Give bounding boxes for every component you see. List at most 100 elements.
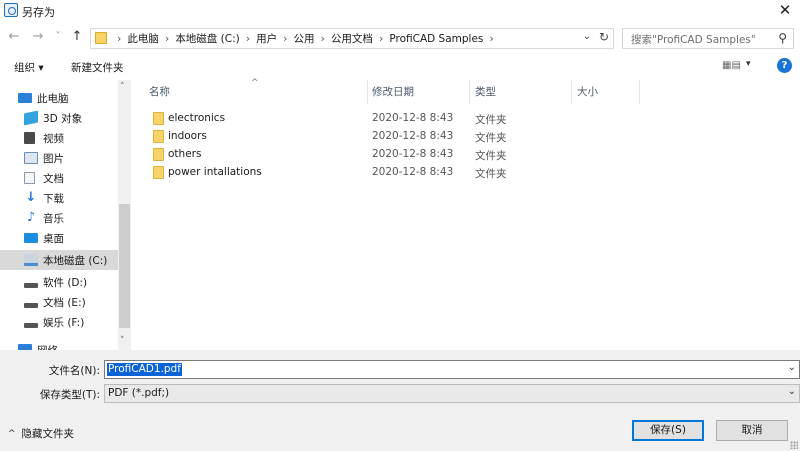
- forward-arrow-icon[interactable]: →: [30, 29, 46, 45]
- file-type: 文件夹: [475, 114, 507, 126]
- back-arrow-icon[interactable]: ←: [6, 29, 22, 45]
- sidebar-item-label: 音乐: [43, 212, 64, 225]
- breadcrumb-separator[interactable]: ›: [165, 32, 169, 45]
- file-date: 2020-12-8 8:43: [372, 148, 454, 160]
- title-bar: 另存为 ✕: [0, 0, 800, 22]
- help-icon[interactable]: ?: [777, 58, 792, 73]
- save-form: 文件名(N): ProfiCAD1.pdf ⌄ 保存类型(T): PDF (*.…: [0, 350, 800, 451]
- breadcrumb-separator[interactable]: ›: [379, 32, 383, 45]
- recent-locations-chevron-icon[interactable]: ˅: [50, 29, 66, 45]
- filename-input[interactable]: ProfiCAD1.pdf ⌄: [104, 360, 800, 379]
- sidebar-item-music[interactable]: ♪ 音乐: [0, 208, 118, 228]
- sidebar-item-label: 桌面: [43, 232, 64, 245]
- navigation-pane-scrollbar[interactable]: ˄ ˅: [118, 80, 131, 350]
- sidebar-item-label: 本地磁盘 (C:): [43, 254, 108, 267]
- save-button[interactable]: 保存(S): [632, 420, 704, 441]
- sidebar-item-label: 网络: [37, 343, 58, 350]
- breadcrumb-local-disk-c[interactable]: 本地磁盘 (C:): [175, 31, 239, 46]
- folder-icon: [153, 112, 164, 125]
- drive-icon: [24, 282, 38, 288]
- file-list: ^ 名称 修改日期 类型 大小 electronics 2020-12-8 8:…: [131, 78, 800, 350]
- file-type: 文件夹: [475, 132, 507, 144]
- column-header-date-modified[interactable]: 修改日期: [372, 84, 414, 102]
- sidebar-item-pictures[interactable]: 图片: [0, 148, 118, 168]
- filename-dropdown-chevron-icon[interactable]: ⌄: [788, 362, 796, 373]
- table-row[interactable]: indoors 2020-12-8 8:43 文件夹: [131, 128, 800, 146]
- up-arrow-icon[interactable]: ↑: [69, 29, 85, 45]
- window-title: 另存为: [22, 6, 55, 19]
- breadcrumb-separator[interactable]: ›: [321, 32, 325, 45]
- resize-grip[interactable]: [790, 441, 798, 449]
- sidebar-item-documents[interactable]: 文档: [0, 168, 118, 188]
- column-divider[interactable]: [469, 80, 470, 104]
- scroll-down-chevron-icon[interactable]: ˅: [120, 336, 125, 346]
- close-button[interactable]: ✕: [770, 0, 800, 22]
- sidebar-item-network[interactable]: 网络: [0, 340, 118, 350]
- file-date: 2020-12-8 8:43: [372, 130, 454, 142]
- scrollbar-thumb[interactable]: [119, 204, 130, 328]
- breadcrumb-separator[interactable]: ›: [246, 32, 250, 45]
- breadcrumb-separator[interactable]: ›: [283, 32, 287, 45]
- breadcrumb-public[interactable]: 公用: [294, 31, 315, 46]
- file-name: power intallations: [168, 166, 262, 178]
- filetype-dropdown-chevron-icon[interactable]: ⌄: [788, 386, 796, 397]
- refresh-icon[interactable]: ↻: [599, 30, 609, 44]
- search-input[interactable]: 搜索"ProfiCAD Samples" ⚲: [622, 28, 794, 49]
- cancel-button[interactable]: 取消: [716, 420, 788, 441]
- sidebar-item-drive-d[interactable]: 软件 (D:): [0, 272, 118, 292]
- filename-value[interactable]: ProfiCAD1.pdf: [107, 363, 182, 376]
- search-icon[interactable]: ⚲: [778, 31, 787, 45]
- scroll-up-chevron-icon[interactable]: ˄: [120, 82, 125, 92]
- breadcrumb-users[interactable]: 用户: [256, 31, 277, 46]
- sidebar-item-label: 视频: [43, 132, 64, 145]
- filename-label: 文件名(N):: [48, 365, 100, 377]
- column-header-name[interactable]: 名称: [149, 84, 170, 102]
- breadcrumb-public-documents[interactable]: 公用文档: [331, 31, 373, 46]
- column-divider[interactable]: [639, 80, 640, 104]
- sidebar-item-downloads[interactable]: ↓ 下载: [0, 188, 118, 208]
- sidebar-item-videos[interactable]: 视频: [0, 128, 118, 148]
- file-name: electronics: [168, 112, 226, 124]
- hide-folders-label: 隐藏文件夹: [21, 428, 75, 440]
- column-divider[interactable]: [571, 80, 572, 104]
- address-dropdown-chevron-icon[interactable]: ⌄: [583, 31, 591, 42]
- sidebar-item-this-pc[interactable]: 此电脑: [0, 88, 118, 108]
- breadcrumb-separator[interactable]: ›: [489, 32, 493, 45]
- view-dropdown-chevron-icon[interactable]: ▾: [746, 59, 751, 69]
- organize-button[interactable]: 组织 ▾: [14, 60, 44, 75]
- sidebar-item-desktop[interactable]: 桌面: [0, 228, 118, 248]
- folder-icon: [153, 148, 164, 161]
- column-header-size[interactable]: 大小: [577, 84, 598, 102]
- filetype-select[interactable]: PDF (*.pdf;) ⌄: [104, 384, 800, 403]
- file-type: 文件夹: [475, 168, 507, 180]
- cube-3d-icon: [24, 110, 38, 126]
- file-type: 文件夹: [475, 150, 507, 162]
- computer-icon: [18, 93, 32, 103]
- view-options-icon[interactable]: ▦▤: [722, 60, 741, 71]
- new-folder-button[interactable]: 新建文件夹: [71, 60, 124, 75]
- breadcrumb-separator[interactable]: ›: [117, 32, 121, 45]
- sidebar-item-label: 3D 对象: [43, 112, 83, 125]
- sidebar-item-label: 软件 (D:): [43, 276, 88, 289]
- address-bar[interactable]: › 此电脑 › 本地磁盘 (C:) › 用户 › 公用 › 公用文档 › Pro…: [90, 28, 614, 49]
- sidebar-item-drive-e[interactable]: 文档 (E:): [0, 292, 118, 312]
- table-row[interactable]: power intallations 2020-12-8 8:43 文件夹: [131, 164, 800, 182]
- file-name: others: [168, 148, 202, 160]
- system-drive-icon: [24, 254, 38, 266]
- table-row[interactable]: electronics 2020-12-8 8:43 文件夹: [131, 110, 800, 128]
- column-header-type[interactable]: 类型: [475, 84, 496, 102]
- navigation-row: ← → ˅ ↑ › 此电脑 › 本地磁盘 (C:) › 用户 › 公用 › 公用…: [0, 26, 800, 50]
- sidebar-item-3d-objects[interactable]: 3D 对象: [0, 108, 118, 128]
- breadcrumb-proficad-samples[interactable]: ProfiCAD Samples: [389, 33, 483, 45]
- sidebar-item-local-disk-c[interactable]: 本地磁盘 (C:): [0, 250, 118, 270]
- breadcrumb-this-pc[interactable]: 此电脑: [127, 31, 159, 46]
- sidebar-item-label: 娱乐 (F:): [43, 316, 85, 329]
- breadcrumb: › 此电脑 › 本地磁盘 (C:) › 用户 › 公用 › 公用文档 › Pro…: [111, 29, 500, 48]
- documents-icon: [24, 172, 35, 184]
- pictures-icon: [24, 152, 38, 164]
- sidebar-item-label: 此电脑: [37, 92, 69, 105]
- hide-folders-toggle[interactable]: ^ 隐藏文件夹: [8, 426, 74, 441]
- column-divider[interactable]: [367, 80, 368, 104]
- sidebar-item-drive-f[interactable]: 娱乐 (F:): [0, 312, 118, 332]
- table-row[interactable]: others 2020-12-8 8:43 文件夹: [131, 146, 800, 164]
